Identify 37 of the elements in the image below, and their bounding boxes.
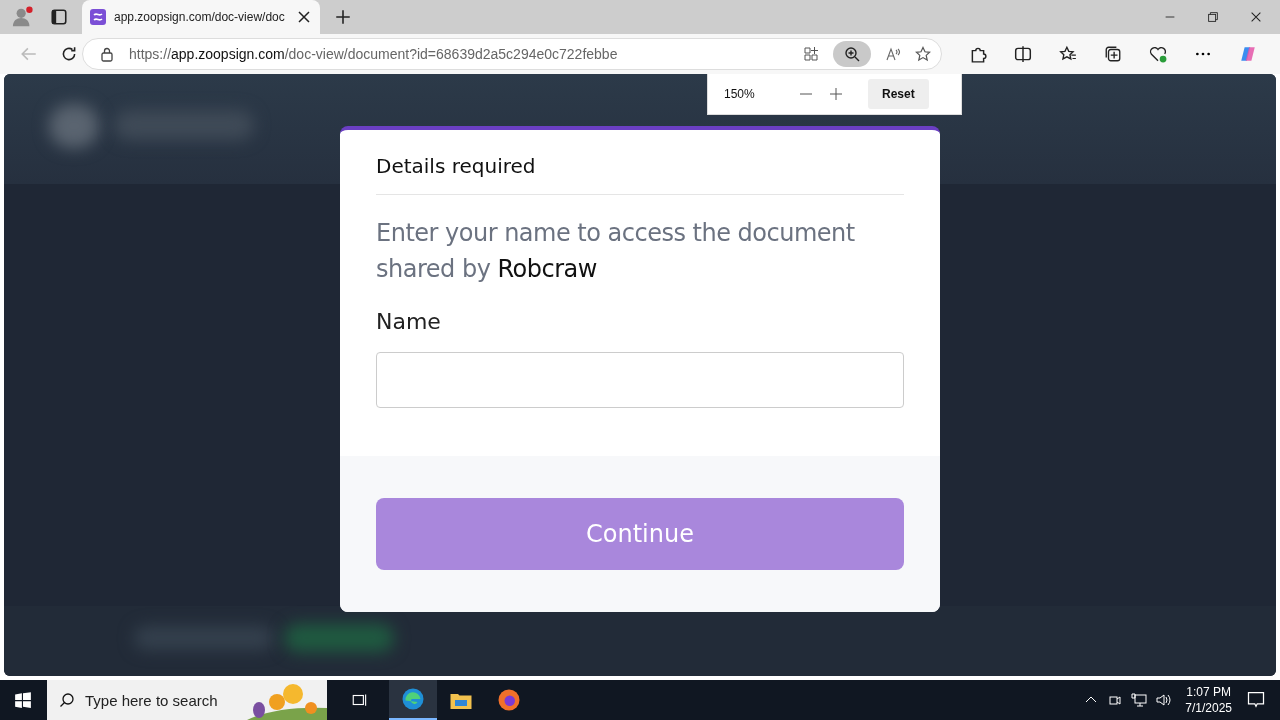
close-icon[interactable]	[1249, 10, 1263, 24]
clock[interactable]: 1:07 PM 7/1/2025	[1185, 684, 1232, 716]
profile-icon[interactable]	[12, 6, 34, 28]
split-screen-icon[interactable]	[1014, 45, 1032, 63]
app-grid-icon[interactable]	[803, 46, 819, 62]
zoom-level: 150%	[724, 87, 756, 101]
network-icon[interactable]	[1131, 692, 1148, 708]
task-view-icon[interactable]	[351, 691, 369, 709]
extensions-icon[interactable]	[969, 45, 987, 63]
read-aloud-icon[interactable]	[885, 46, 901, 62]
collections-icon[interactable]	[1104, 45, 1122, 63]
zoom-icon	[844, 46, 860, 62]
edge-taskbar-icon[interactable]	[389, 680, 437, 720]
star-icon[interactable]	[915, 46, 931, 62]
search-icon	[59, 692, 75, 708]
restore-icon[interactable]	[1206, 10, 1220, 24]
site-logo-icon	[90, 9, 106, 25]
lock-icon	[99, 46, 115, 62]
url-text: https://app.zoopsign.com/doc-view/document?id=68639d2a5c294e0c722febbe	[129, 46, 618, 62]
close-icon[interactable]	[296, 9, 312, 25]
tab-actions-icon[interactable]	[50, 8, 68, 26]
new-tab-icon[interactable]	[334, 8, 352, 26]
windows-start-icon[interactable]	[14, 691, 32, 709]
name-input[interactable]	[376, 352, 904, 408]
address-field[interactable]: https://app.zoopsign.com/doc-view/document?id=68639d2a5c294e0c722febbe	[82, 38, 942, 70]
field-label: Name	[376, 309, 442, 334]
zoom-button[interactable]	[833, 41, 871, 67]
favorites-icon[interactable]	[1059, 45, 1077, 63]
reset-button[interactable]: Reset	[868, 79, 929, 109]
volume-icon[interactable]	[1155, 692, 1172, 708]
firefox-icon[interactable]	[497, 688, 521, 712]
dialog-message: Enter your name to access the document shared by Robcraw	[376, 218, 856, 285]
health-icon[interactable]	[1149, 45, 1167, 63]
dialog-title: Details required	[376, 154, 904, 195]
refresh-icon[interactable]	[60, 45, 78, 63]
notifications-icon[interactable]	[1246, 690, 1266, 710]
browser-tab[interactable]: app.zoopsign.com/doc-view/doc	[82, 0, 320, 34]
